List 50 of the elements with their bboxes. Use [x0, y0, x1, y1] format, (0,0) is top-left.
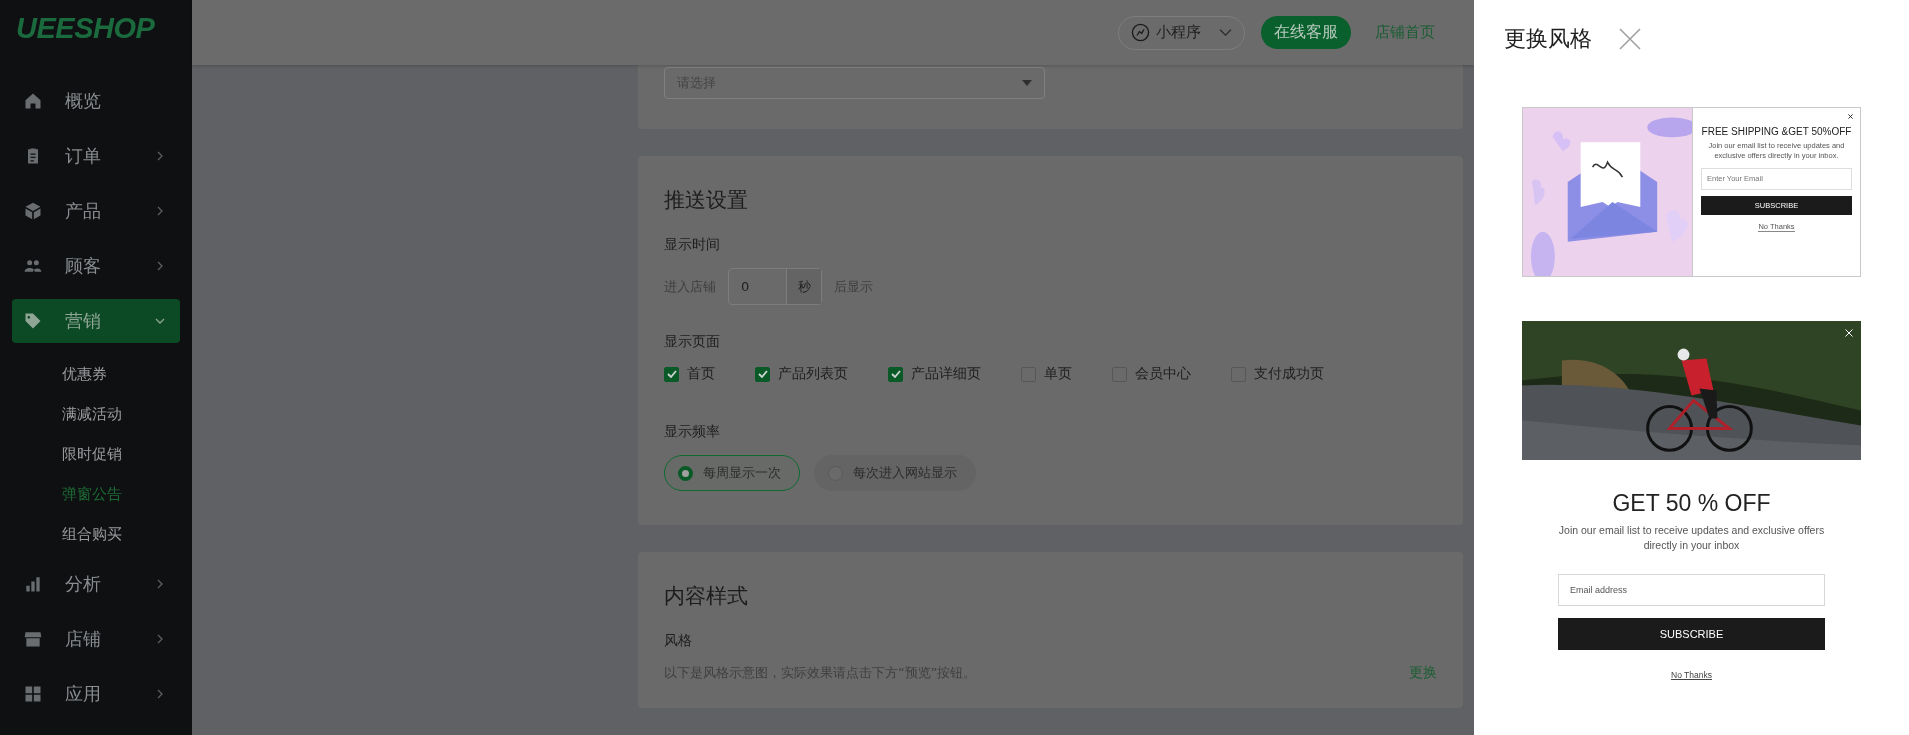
nav-item[interactable]: 订单 — [12, 134, 180, 178]
section-title: 推送设置 — [664, 187, 749, 214]
submenu-item[interactable]: 优惠券 — [0, 354, 192, 394]
close-icon — [1847, 113, 1854, 120]
checkbox-label: 支付成功页 — [1254, 365, 1324, 383]
close-icon[interactable] — [1618, 26, 1642, 51]
nav-icon — [23, 311, 43, 331]
style-template[interactable]: GET 50 % OFF Join our email list to receive updates and exclusive offers directly in your inbox Email address SUBSCRIBE No Thanks — [1522, 321, 1861, 681]
link-icon — [1131, 23, 1150, 42]
nav-item[interactable]: 分析 — [12, 562, 180, 606]
close-icon — [1844, 328, 1854, 338]
popup-heading: FREE SHIPPING &GET 50%OFF — [1701, 126, 1852, 137]
nav-icon — [23, 684, 43, 704]
checkbox-label: 首页 — [687, 365, 715, 383]
submenu-item[interactable]: 满减活动 — [0, 394, 192, 434]
drawer-title: 更换风格 — [1504, 24, 1592, 53]
submenu-item[interactable]: 组合购买 — [0, 514, 192, 554]
section-title: 内容样式 — [664, 583, 749, 610]
seconds-field[interactable]: 0 秒 — [728, 268, 822, 305]
caret-icon — [1219, 28, 1232, 37]
nav-item[interactable]: 顾客 — [12, 244, 180, 288]
subscribe-button: SUBSCRIBE — [1558, 618, 1825, 651]
checkbox[interactable] — [755, 366, 770, 382]
checkbox-label: 单页 — [1044, 365, 1072, 383]
checkbox[interactable] — [664, 366, 679, 382]
support-button[interactable]: 在线客服 — [1261, 16, 1351, 49]
nav-icon — [23, 574, 43, 594]
field-label: 显示时间 — [664, 236, 721, 254]
popup-text: Join our email list to receive updates and exclusive offers directly in your inbox — [1557, 523, 1826, 553]
submenu-item[interactable]: 限时促销 — [0, 434, 192, 474]
checkbox-label: 产品详细页 — [911, 365, 981, 383]
nav-item[interactable]: 营销 — [12, 299, 180, 343]
nav-item[interactable]: 概览 — [12, 79, 180, 123]
checkbox-label: 会员中心 — [1135, 365, 1191, 383]
nav-item[interactable]: 产品 — [12, 189, 180, 233]
nav-icon — [23, 629, 43, 649]
email-field: Email address — [1558, 574, 1825, 607]
caret-icon — [1022, 80, 1032, 86]
checkbox-label: 产品列表页 — [778, 365, 848, 383]
nav-item[interactable]: 店铺 — [12, 617, 180, 661]
nav-icon — [23, 201, 43, 221]
popup-heading: GET 50 % OFF — [1612, 490, 1771, 517]
nav-icon — [23, 91, 43, 111]
nav-item[interactable]: 应用 — [12, 672, 180, 716]
field-label: 显示页面 — [664, 333, 721, 351]
field-label: 风格 — [664, 632, 693, 650]
field-label: 显示频率 — [664, 423, 721, 441]
submenu-item[interactable]: 弹窗公告 — [0, 474, 192, 514]
decline-link: No Thanks — [1671, 670, 1712, 681]
checkbox[interactable] — [888, 366, 903, 382]
